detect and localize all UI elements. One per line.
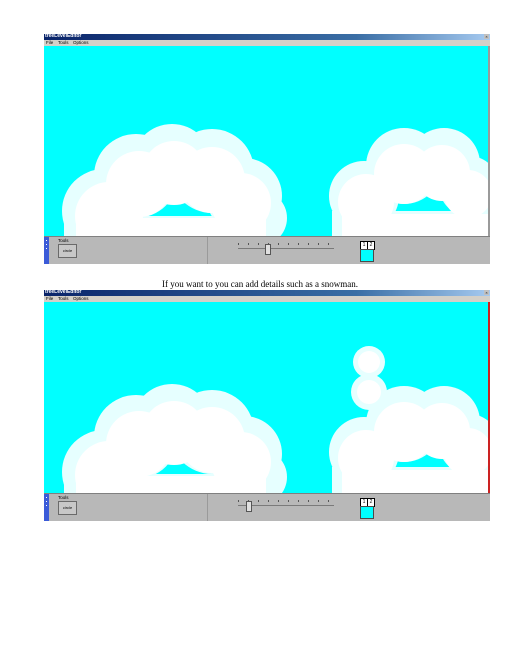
snow-drawing [62, 124, 490, 237]
close-icon[interactable]: × [484, 34, 489, 39]
panel-divider [207, 494, 208, 521]
layer-preview[interactable] [360, 506, 374, 519]
zoom-slider-track[interactable] [238, 505, 334, 506]
tools-label: Tools [58, 495, 69, 500]
zoom-slider-thumb[interactable] [245, 501, 252, 512]
level-canvas[interactable] [44, 46, 490, 237]
layer-preview[interactable] [360, 249, 374, 262]
zoom-slider-thumb[interactable] [264, 244, 271, 255]
slider-ticks [238, 243, 334, 246]
tools-label: Tools [58, 238, 69, 243]
panel-grip[interactable] [44, 237, 49, 264]
circle-tool-button[interactable]: circle [58, 501, 77, 515]
circle-tool-button[interactable]: circle [58, 244, 77, 258]
panel-divider [207, 237, 208, 264]
right-edge-scrollbar[interactable] [488, 302, 490, 493]
zoom-slider-track[interactable] [238, 248, 334, 249]
editor-window-2: treeLevelEditor × File Tools Options Too… [44, 290, 490, 521]
level-canvas[interactable] [44, 302, 490, 493]
panel-grip[interactable] [44, 494, 49, 521]
editor-window-1: treeLevelEditor × File Tools Options Too… [44, 34, 490, 264]
slider-ticks [238, 500, 334, 503]
tools-panel: Tools circle 1 2 [44, 493, 490, 521]
caption-text: If you want to you can add details such … [162, 279, 358, 289]
right-edge-scrollbar[interactable] [488, 46, 490, 237]
snow-drawing-with-snowman [62, 346, 490, 493]
close-icon[interactable]: × [484, 290, 489, 295]
tools-panel: Tools circle 1 2 [44, 236, 490, 264]
